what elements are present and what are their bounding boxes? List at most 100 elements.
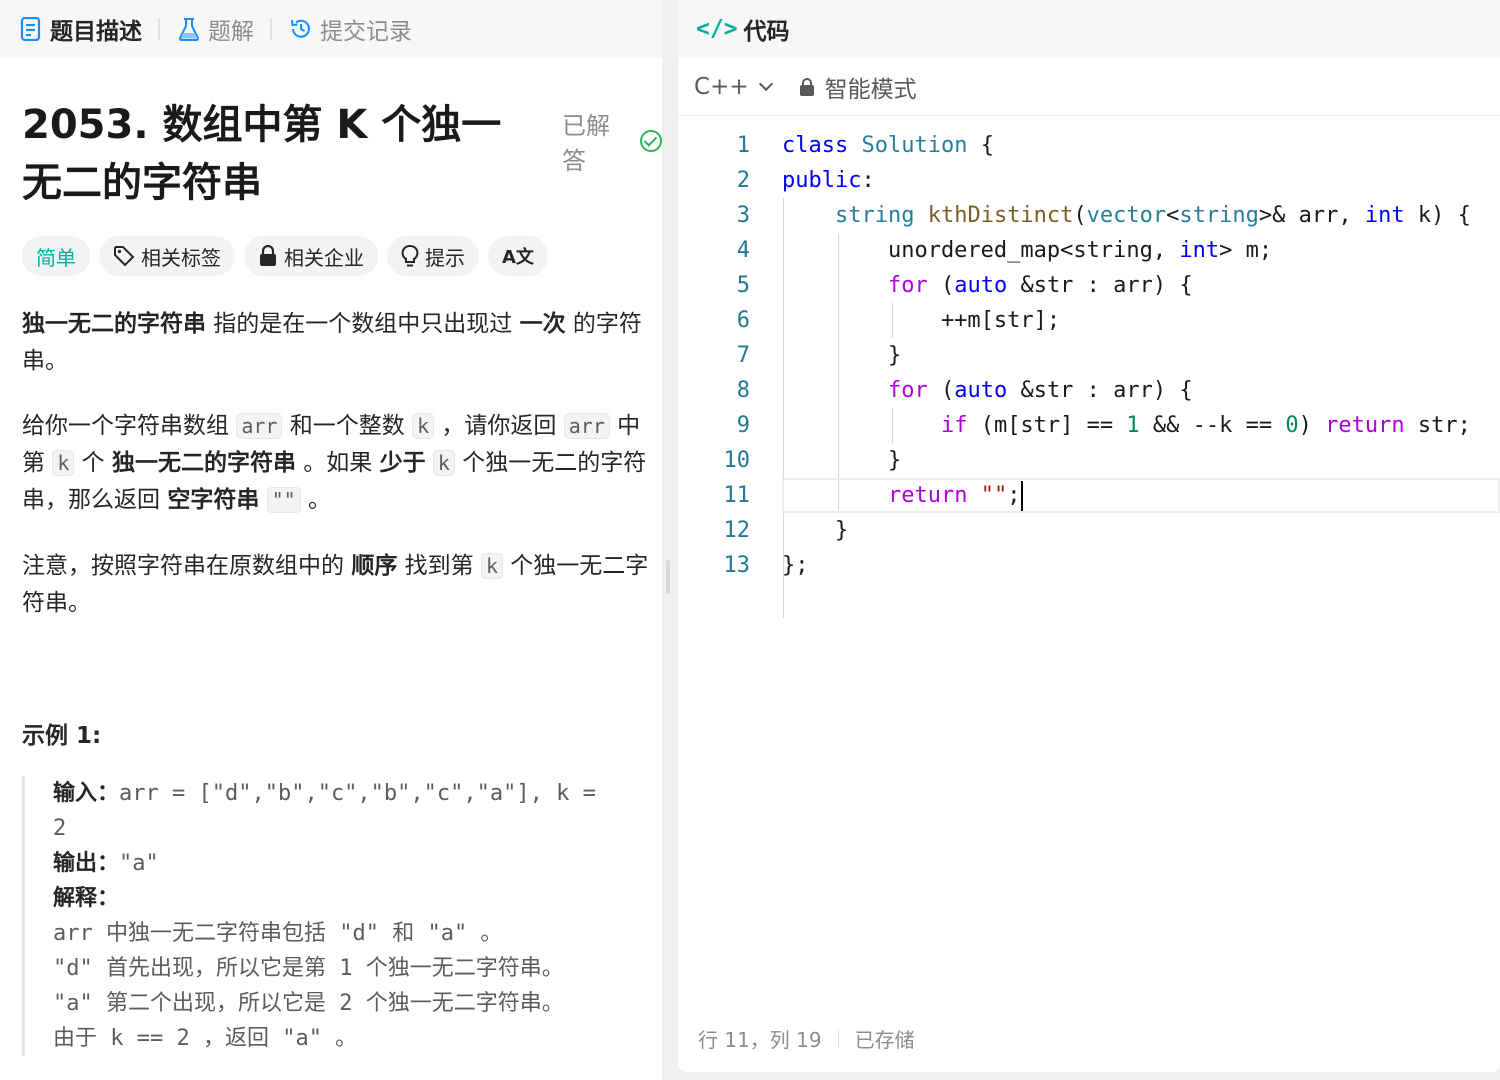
text-caret [1021, 481, 1024, 511]
solved-label: 已解答 [562, 112, 610, 175]
bold-text: 少于 [379, 450, 426, 476]
line-number: 13 [723, 553, 751, 578]
example-input-line-wrap: 2 [53, 816, 67, 841]
tag-icon [113, 245, 135, 267]
description-paragraph-3: 注意，按照字符串在原数组中的 顺序 找到第 k 个独一无二字符串。 [22, 548, 658, 622]
editor-toolbar: C++ 智能模式 [678, 58, 1500, 116]
explanation-line: "d" 首先出现，所以它是第 1 个独一无二字符串。 [53, 956, 564, 981]
tab-divider [158, 18, 160, 40]
language-label: C++ [694, 73, 749, 100]
difficulty-label: 简单 [36, 245, 76, 270]
related-tags-button[interactable]: 相关标签 [99, 236, 235, 276]
text: 指的是在一个数组中只出现过 [206, 311, 520, 337]
hint-button[interactable]: 提示 [387, 236, 479, 276]
check-circle-icon [640, 130, 662, 152]
line-number: 1 [736, 133, 750, 158]
inline-code: k [412, 413, 435, 439]
inline-code: "" [266, 487, 301, 513]
inline-code: k [480, 553, 503, 579]
text: 和一个整数 [282, 413, 413, 439]
inline-code: arr [563, 413, 610, 439]
line-number: 9 [736, 413, 750, 438]
output-label: 输出： [53, 851, 120, 876]
related-tags-label: 相关标签 [141, 245, 221, 270]
cursor-position: 行 11，列 19 [698, 1028, 822, 1052]
output-value: "a" [119, 851, 159, 876]
hint-label: 提示 [425, 245, 465, 270]
line-number: 11 [723, 483, 751, 508]
lock-icon [799, 77, 815, 97]
translate-button[interactable]: A文 [488, 236, 548, 276]
smart-mode-label: 智能模式 [824, 76, 917, 103]
code-line: 5 for (auto &str : arr) { [678, 268, 1500, 303]
bold-text: 空字符串 [167, 487, 260, 513]
panel-resize-handle[interactable] [666, 560, 670, 594]
tab-submissions[interactable]: 提交记录 [286, 0, 414, 58]
tag-row: 简单 相关标签 相关企业 提示 A文 [22, 236, 557, 276]
document-icon [18, 16, 44, 42]
text: 个 [74, 450, 112, 476]
code-line: 6 ++m[str]; [678, 303, 1500, 338]
bold-text: 一次 [519, 311, 566, 337]
line-number: 10 [723, 448, 751, 473]
line-number: 7 [736, 343, 750, 368]
bold-text: 顺序 [351, 553, 398, 579]
lock-icon [258, 245, 278, 267]
lightbulb-icon [401, 244, 419, 268]
text: ，请你返回 [434, 413, 564, 439]
text [259, 487, 266, 513]
inline-code: k [432, 450, 455, 476]
language-selector[interactable]: C++ [694, 73, 773, 100]
bold-text: 独一无二的字符串 [22, 311, 206, 337]
explanation-line: 由于 k == 2 ，返回 "a" 。 [53, 1026, 358, 1051]
save-status: 已存储 [854, 1028, 915, 1052]
text: 。如果 [295, 450, 380, 476]
line-number: 8 [736, 378, 750, 403]
code-line: 1 class Solution { [678, 128, 1500, 163]
problem-title: 2053. 数组中第 K 个独一无二的字符串 [22, 102, 502, 206]
tab-submissions-label: 提交记录 [320, 19, 412, 45]
line-number: 2 [736, 168, 750, 193]
code-line: 3 string kthDistinct(vector<string>& arr… [678, 198, 1500, 233]
code-line: 2 public: [678, 163, 1500, 198]
text: 找到第 [397, 553, 481, 579]
translate-icon: A文 [502, 247, 534, 268]
tab-solutions[interactable]: 题解 [174, 0, 256, 58]
difficulty-badge[interactable]: 简单 [22, 236, 90, 276]
bold-text: 独一无二的字符串 [111, 450, 296, 476]
code-line: 10 } [678, 443, 1500, 478]
flask-icon [176, 16, 202, 42]
description-paragraph-2: 给你一个字符串数组 arr 和一个整数 k ，请你返回 arr 中第 k 个 独… [22, 408, 658, 519]
text: 给你一个字符串数组 [22, 413, 237, 439]
inline-code: arr [236, 413, 283, 439]
smart-mode-toggle[interactable]: 智能模式 [799, 70, 917, 104]
example-block: 输入：arr = ["d","b","c","b","c","a"], k = … [22, 776, 662, 1056]
chevron-down-icon [758, 76, 773, 91]
problem-tabbar: 题目描述 题解 提交记录 [0, 0, 662, 58]
explanation-line: arr 中独一无二字符串包括 "d" 和 "a" 。 [53, 921, 503, 946]
example-heading: 示例 1: [22, 723, 102, 749]
code-panel-title: 代码 [743, 19, 790, 45]
status-divider [837, 1028, 839, 1049]
code-line: 12 } [678, 513, 1500, 548]
text [426, 450, 433, 476]
problem-panel: 题目描述 题解 提交记录 2053. 数组中第 K 个独一无二的字符串 已解答 … [0, 0, 662, 1080]
code-line: 8 for (auto &str : arr) { [678, 373, 1500, 408]
code-line: 4 unordered_map<string, int> m; [678, 233, 1500, 268]
tab-description-label: 题目描述 [50, 19, 142, 45]
code-editor[interactable]: 1 class Solution { 2 public: 3 string kthD… [678, 128, 1500, 618]
code-line: 11 return ""; [678, 478, 1500, 513]
code-line: 13}; [678, 548, 1500, 583]
text: 。 [300, 487, 332, 513]
code-line: 7 } [678, 338, 1500, 373]
input-value: arr = ["d","b","c","b","c","a"], k = [119, 781, 596, 806]
line-number: 12 [723, 518, 751, 543]
code-panel: </> 代码 C++ 智能模式 1 class Solution { 2 publi… [678, 0, 1500, 1072]
tab-description[interactable]: 题目描述 [16, 0, 144, 58]
solved-status: 已解答 [562, 106, 662, 176]
related-companies-button[interactable]: 相关企业 [244, 236, 378, 276]
line-number: 4 [736, 238, 750, 263]
description-paragraph-1: 独一无二的字符串 指的是在一个数组中只出现过 一次 的字符串。 [22, 306, 658, 380]
line-number: 3 [736, 203, 750, 228]
related-companies-label: 相关企业 [284, 245, 364, 270]
